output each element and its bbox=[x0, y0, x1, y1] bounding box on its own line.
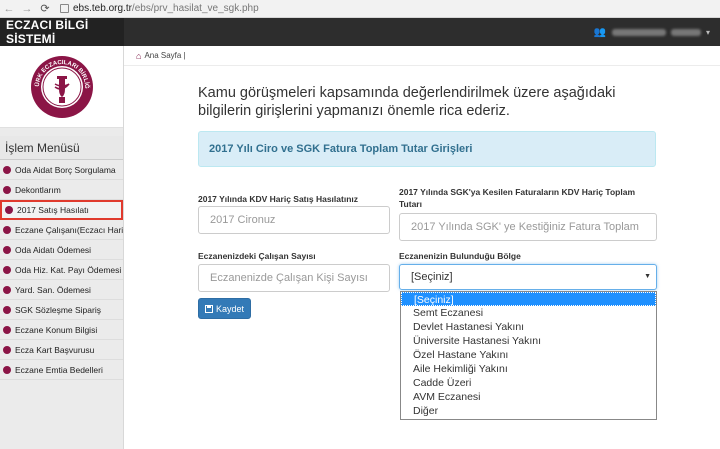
bolge-label: Eczanenizin Bulunduğu Bölge bbox=[399, 251, 521, 261]
sidebar-item-dekontlarim[interactable]: Dekontlarım bbox=[0, 180, 123, 200]
sgk-label: 2017 Yılında SGK'ya Kesilen Faturaların … bbox=[399, 187, 636, 209]
select-arrow-icon: ▼ bbox=[644, 273, 651, 280]
url-host: ebs.teb.org.tr bbox=[73, 3, 132, 14]
sidebar-item-oda-aidati-odemesi[interactable]: Oda Aidatı Ödemesi bbox=[0, 240, 123, 260]
forward-icon[interactable]: → bbox=[18, 3, 36, 15]
back-icon[interactable]: ← bbox=[0, 3, 18, 15]
calisan-label: Eczanenizdeki Çalışan Sayısı bbox=[198, 251, 316, 261]
option-avm-eczanesi[interactable]: AVM Eczanesi bbox=[401, 390, 656, 404]
logo-area: TÜRK ECZACILARI BİRLİĞİ bbox=[0, 46, 123, 128]
browser-toolbar: ← → ⟳ ebs.teb.org.tr /ebs/prv_hasilat_ve… bbox=[0, 0, 720, 18]
section-alert: 2017 Yılı Ciro ve SGK Fatura Toplam Tuta… bbox=[198, 131, 656, 167]
bullet-icon bbox=[3, 305, 11, 314]
redacted-username-2 bbox=[670, 28, 701, 36]
intro-text: Kamu görüşmeleri kapsamında değerlendiri… bbox=[198, 85, 616, 119]
bolge-dropdown-list: [Seçiniz] Semt Eczanesi Devlet Hastanesi… bbox=[400, 291, 657, 420]
chevron-down-icon: ▾ bbox=[705, 27, 710, 37]
sidebar-item-ecza-kart[interactable]: Ecza Kart Başvurusu bbox=[0, 340, 123, 360]
sidebar-menu: Oda Aidat Borç Sorgulama Dekontlarım 201… bbox=[0, 160, 123, 380]
users-icon: 👥 bbox=[593, 26, 606, 38]
bullet-icon bbox=[3, 245, 11, 254]
sidebar-item-yard-san-odemesi[interactable]: Yard. San. Ödemesi bbox=[0, 280, 123, 300]
sidebar-item-oda-aidat-borc[interactable]: Oda Aidat Borç Sorgulama bbox=[0, 160, 123, 180]
kdv-label: 2017 Yılında KDV Hariç Satış Hasılatınız bbox=[198, 194, 358, 204]
breadcrumb-home[interactable]: Ana Sayfa | bbox=[144, 51, 185, 60]
sidebar-item-eczane-konum[interactable]: Eczane Konum Bilgisi bbox=[0, 320, 123, 340]
option-universite-hastanesi[interactable]: Üniversite Hastanesi Yakını bbox=[401, 334, 656, 348]
brand-title[interactable]: ECZACI BİLGİ SİSTEMİ bbox=[0, 18, 124, 46]
kdv-input[interactable]: 2017 Cironuz bbox=[198, 206, 390, 234]
sidebar-item-oda-hiz-kat-payi[interactable]: Oda Hiz. Kat. Payı Ödemesi bbox=[0, 260, 123, 280]
teb-logo: TÜRK ECZACILARI BİRLİĞİ bbox=[29, 54, 93, 118]
option-ozel-hastane[interactable]: Özel Hastane Yakını bbox=[401, 348, 656, 362]
user-menu[interactable]: 👥 ▾ bbox=[594, 18, 710, 46]
floppy-disk-icon bbox=[204, 304, 213, 313]
calisan-input[interactable]: Eczanenizde Çalışan Kişi Sayısı bbox=[198, 264, 390, 292]
option-semt-eczanesi[interactable]: Semt Eczanesi bbox=[401, 306, 656, 320]
save-button-label: Kaydet bbox=[215, 303, 245, 314]
address-bar[interactable]: ebs.teb.org.tr /ebs/prv_hasilat_ve_sgk.p… bbox=[58, 2, 259, 16]
url-path: /ebs/prv_hasilat_ve_sgk.php bbox=[131, 3, 259, 14]
redacted-username bbox=[611, 28, 666, 36]
option-diger[interactable]: Diğer bbox=[401, 404, 656, 418]
option-cadde-uzeri[interactable]: Cadde Üzeri bbox=[401, 376, 656, 390]
app-header: ECZACI BİLGİ SİSTEMİ 👥 ▾ bbox=[0, 18, 720, 46]
sidebar: TÜRK ECZACILARI BİRLİĞİ İşlem Menüsü Oda… bbox=[0, 46, 124, 449]
reload-icon[interactable]: ⟳ bbox=[36, 2, 54, 15]
sidebar-item-eczane-calisani[interactable]: Eczane Çalışanı(Eczacı Hariç) bbox=[0, 220, 123, 240]
option-seciniz[interactable]: [Seçiniz] bbox=[401, 292, 656, 306]
bullet-icon bbox=[5, 206, 13, 214]
page-info-icon[interactable] bbox=[60, 4, 69, 13]
bullet-icon bbox=[3, 185, 11, 194]
sidebar-item-emtia-bedelleri[interactable]: Eczane Emtia Bedelleri bbox=[0, 360, 123, 380]
bullet-icon bbox=[3, 345, 11, 354]
home-icon[interactable]: ⌂ bbox=[136, 51, 141, 61]
bullet-icon bbox=[3, 325, 11, 334]
save-button[interactable]: Kaydet bbox=[198, 298, 251, 319]
sidebar-item-satis-hasilati[interactable]: 2017 Satış Hasılatı bbox=[0, 200, 123, 220]
breadcrumb: ⌂ Ana Sayfa | bbox=[124, 46, 720, 66]
bullet-icon bbox=[3, 225, 11, 234]
option-devlet-hastanesi[interactable]: Devlet Hastanesi Yakını bbox=[401, 320, 656, 334]
bullet-icon bbox=[3, 165, 11, 174]
option-aile-hekimligi[interactable]: Aile Hekimliği Yakını bbox=[401, 362, 656, 376]
sgk-input[interactable]: 2017 Yılında SGK' ye Kestiğiniz Fatura T… bbox=[399, 213, 657, 241]
menu-title: İşlem Menüsü bbox=[0, 136, 123, 160]
bolge-select-value: [Seçiniz] bbox=[411, 271, 453, 283]
sidebar-item-sgk-sozlesme[interactable]: SGK Sözleşme Sipariş bbox=[0, 300, 123, 320]
bullet-icon bbox=[3, 265, 11, 274]
bolge-select[interactable]: [Seçiniz] ▼ bbox=[399, 264, 657, 290]
bullet-icon bbox=[3, 365, 11, 374]
bullet-icon bbox=[3, 285, 11, 294]
